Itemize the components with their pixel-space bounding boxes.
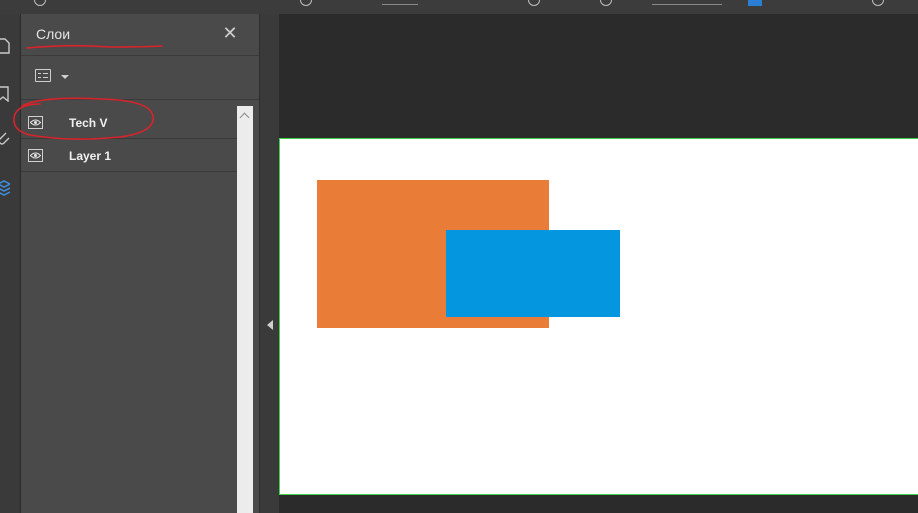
top-toolbar [0, 0, 918, 15]
scrollbar[interactable] [237, 106, 253, 513]
layer-options-icon [35, 69, 51, 82]
layer-row-tech-v[interactable]: Tech V [21, 106, 237, 139]
toolbar-icon[interactable] [528, 0, 540, 6]
layer-name: Tech V [69, 116, 108, 130]
divider [21, 99, 259, 100]
scroll-up-icon[interactable] [239, 112, 250, 123]
toolbar-icon[interactable] [600, 0, 612, 6]
layer-row-layer-1[interactable]: Layer 1 [21, 139, 237, 172]
toolbar-field[interactable] [652, 4, 722, 5]
chevron-down-icon [61, 75, 69, 79]
toolbar-icon[interactable] [300, 0, 312, 6]
layers-icon[interactable] [0, 180, 10, 196]
document-page[interactable] [279, 138, 918, 495]
document-canvas[interactable] [279, 14, 918, 513]
pages-icon[interactable] [0, 38, 10, 54]
panel-title: Слои [36, 26, 71, 42]
bookmark-icon[interactable] [0, 86, 10, 102]
layer-name: Layer 1 [69, 149, 112, 163]
eye-icon[interactable] [28, 116, 43, 129]
toolbar-icon[interactable] [34, 0, 46, 6]
toolbar-icon[interactable] [872, 0, 884, 6]
collapse-panel-icon[interactable] [267, 320, 273, 330]
side-rail [0, 14, 21, 513]
toolbar-active-icon[interactable] [748, 0, 762, 6]
eye-icon[interactable] [28, 149, 43, 162]
close-icon[interactable]: ✕ [221, 24, 239, 42]
layer-options-button[interactable] [35, 68, 73, 86]
layers-panel: Слои ✕ Tech V Layer 1 [21, 14, 259, 513]
attachment-icon[interactable] [0, 130, 10, 146]
toolbar-field[interactable] [382, 4, 418, 5]
panel-splitter[interactable] [259, 14, 280, 513]
divider [21, 55, 259, 56]
blue-rectangle[interactable] [446, 230, 620, 317]
